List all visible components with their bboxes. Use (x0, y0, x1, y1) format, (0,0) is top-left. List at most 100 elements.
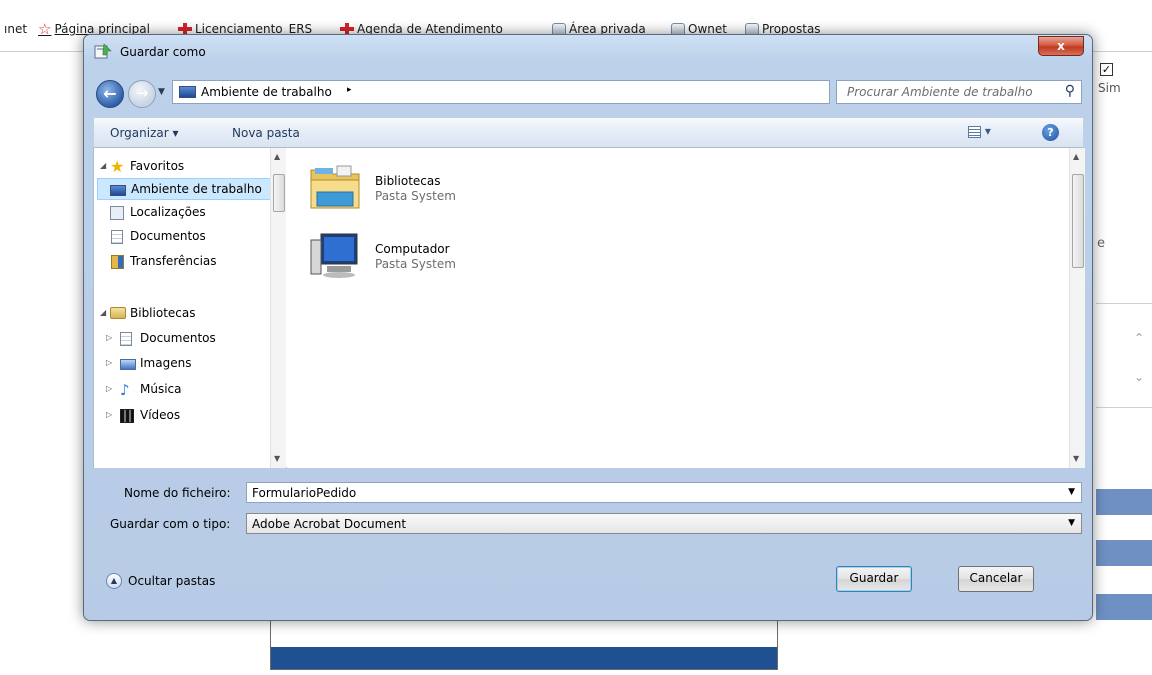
check-mark-icon: ✓ (1101, 63, 1112, 76)
chevron-up-icon[interactable]: ⌃ (1134, 332, 1146, 344)
nav-item-label: Música (140, 382, 182, 396)
background-checkbox[interactable]: ✓ (1100, 63, 1113, 76)
nav-item-ambiente-de-trabalho[interactable]: Ambiente de trabalho (97, 178, 273, 200)
collapsed-triangle-icon[interactable]: ▷ (106, 358, 112, 367)
filename-input[interactable]: FormularioPedido ▼ (246, 482, 1082, 503)
scroll-up-icon[interactable]: ▲ (1073, 152, 1079, 161)
file-item-computador[interactable]: Computador Pasta System (307, 230, 507, 290)
chevron-down-icon[interactable]: ⌄ (1134, 371, 1146, 383)
arrow-right-icon: → (135, 84, 149, 102)
save-button[interactable]: Guardar (836, 566, 912, 592)
background-sim-label: Sim (1098, 81, 1121, 95)
downloads-icon (111, 255, 124, 269)
nav-item-label: Ambiente de trabalho (131, 182, 262, 196)
libraries-folder-icon (310, 165, 360, 209)
dialog-title: Guardar como (120, 45, 206, 59)
file-list-scrollbar[interactable]: ▲ ▼ (1069, 148, 1085, 468)
star-icon: ★ (110, 157, 125, 176)
close-button[interactable]: x (1038, 36, 1084, 56)
nav-item-videos[interactable]: ▷ Vídeos (94, 405, 270, 427)
desktop-icon (110, 185, 126, 196)
filename-value[interactable]: FormularioPedido (252, 486, 356, 500)
nav-item-imagens[interactable]: ▷ Imagens (94, 353, 270, 375)
nav-item-documentos-lib[interactable]: ▷ Documentos (94, 328, 270, 350)
address-location[interactable]: Ambiente de trabalho (201, 85, 332, 99)
nav-item-label: Transferências (130, 254, 217, 268)
scroll-down-icon[interactable]: ▼ (1073, 454, 1079, 463)
forward-button[interactable]: → (128, 80, 156, 108)
save-as-dialog: Guardar como x ← → ▼ Ambiente de trabalh… (83, 34, 1093, 621)
file-item-bibliotecas[interactable]: Bibliotecas Pasta System (307, 162, 507, 222)
save-dialog-icon (94, 43, 112, 59)
search-placeholder: Procurar Ambiente de trabalho (847, 85, 1033, 99)
document-icon (111, 230, 123, 244)
nav-item-localizacoes[interactable]: Localizações (94, 202, 270, 224)
close-icon: x (1057, 39, 1065, 53)
hide-folders-button[interactable]: ▲ Ocultar pastas (106, 573, 215, 589)
cancel-button[interactable]: Cancelar (958, 566, 1034, 592)
filetype-dropdown-icon[interactable]: ▼ (1068, 518, 1075, 528)
nav-group-favorites[interactable]: ◢ ★ Favoritos (94, 156, 270, 178)
dialog-titlebar[interactable]: Guardar como x (84, 35, 1092, 65)
file-type: Pasta System (375, 257, 456, 271)
back-button[interactable]: ← (96, 80, 124, 108)
expanded-triangle-icon[interactable]: ◢ (100, 308, 106, 317)
nav-item-label: Localizações (130, 205, 206, 219)
organize-button[interactable]: Organizar ▾ (110, 126, 179, 140)
hide-folders-label: Ocultar pastas (128, 574, 216, 588)
scrollbar-thumb[interactable] (273, 174, 285, 212)
file-type: Pasta System (375, 189, 456, 203)
nav-scrollbar[interactable]: ▲ ▼ (270, 148, 286, 468)
filetype-label: Guardar com o tipo: (110, 517, 231, 531)
video-icon (120, 409, 134, 423)
nav-item-transferencias[interactable]: Transferências (94, 251, 270, 273)
bookmark-net[interactable]: ınet (4, 22, 27, 36)
scroll-up-icon[interactable]: ▲ (274, 152, 280, 161)
help-icon[interactable]: ? (1042, 124, 1059, 141)
filetype-select[interactable]: Adobe Acrobat Document ▼ (246, 513, 1082, 534)
breadcrumb-chevron-icon[interactable]: ▸ (347, 85, 352, 95)
file-name: Computador (375, 242, 450, 256)
expanded-triangle-icon[interactable]: ◢ (100, 161, 106, 170)
dialog-toolbar: Organizar ▾ Nova pasta ▾ ? (93, 117, 1084, 148)
nav-item-label: Documentos (130, 229, 206, 243)
background-panel-bar (271, 647, 777, 669)
background-select-box[interactable]: ⌃ ⌄ (1096, 303, 1152, 408)
nav-item-label: Vídeos (140, 408, 181, 422)
address-bar[interactable]: Ambiente de trabalho ▸ ▼ ⇆ (172, 80, 907, 104)
recent-places-icon (110, 206, 124, 220)
computer-icon (310, 233, 358, 278)
filename-dropdown-icon[interactable]: ▼ (1068, 487, 1075, 497)
navigation-pane: ◢ ★ Favoritos Ambiente de trabalho Local… (94, 148, 286, 468)
desktop-icon (179, 86, 196, 98)
scroll-down-icon[interactable]: ▼ (274, 454, 280, 463)
background-text-fragment: e (1097, 236, 1105, 251)
nav-item-musica[interactable]: ▷ ♪ Música (94, 379, 270, 401)
nav-group-label: Favoritos (130, 159, 185, 173)
collapsed-triangle-icon[interactable]: ▷ (106, 410, 112, 419)
background-panel (270, 614, 778, 670)
pictures-icon (120, 359, 136, 370)
search-icon[interactable]: ⚲ (1065, 83, 1075, 99)
nav-item-label: Imagens (140, 356, 192, 370)
collapsed-triangle-icon[interactable]: ▷ (106, 384, 112, 393)
scrollbar-thumb[interactable] (1072, 174, 1084, 268)
document-icon (120, 332, 132, 346)
background-blue-bar (1096, 540, 1152, 566)
dialog-content: ◢ ★ Favoritos Ambiente de trabalho Local… (93, 148, 1085, 468)
new-folder-button[interactable]: Nova pasta (232, 126, 300, 140)
change-view-button[interactable]: ▾ (968, 124, 1004, 142)
filename-label: Nome do ficheiro: (124, 486, 231, 500)
file-list: Bibliotecas Pasta System Computador Past… (287, 148, 1069, 468)
background-blue-bar (1096, 594, 1152, 620)
nav-group-bibliotecas[interactable]: ◢ Bibliotecas (94, 303, 270, 325)
nav-group-label: Bibliotecas (130, 306, 196, 320)
history-dropdown-icon[interactable]: ▼ (158, 87, 165, 97)
search-input[interactable]: Procurar Ambiente de trabalho ⚲ (836, 80, 1082, 104)
file-name: Bibliotecas (375, 174, 441, 188)
background-blue-bar (1096, 489, 1152, 515)
bookmark-label: ınet (4, 22, 28, 36)
collapsed-triangle-icon[interactable]: ▷ (106, 333, 112, 342)
nav-item-documentos-fav[interactable]: Documentos (94, 226, 270, 248)
music-icon: ♪ (120, 381, 130, 399)
